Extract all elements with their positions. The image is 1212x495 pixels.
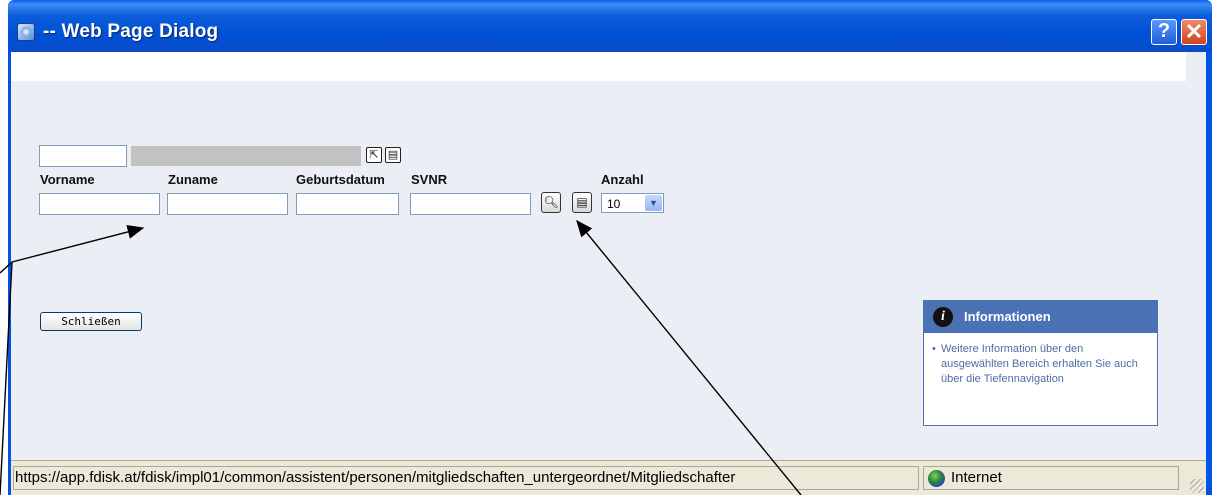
list-icon[interactable]: ▤ <box>385 147 401 163</box>
list-button[interactable]: ▤ <box>572 192 592 213</box>
info-header: i Informationen <box>924 301 1157 333</box>
top-strip <box>11 52 1186 81</box>
close-window-button[interactable]: ✕ <box>1181 19 1207 45</box>
security-zone: Internet <box>923 466 1179 490</box>
status-bar: https://app.fdisk.at/fdisk/impl01/common… <box>11 460 1206 495</box>
anzahl-value: 10 <box>607 197 621 211</box>
vorname-field[interactable] <box>39 193 160 215</box>
info-icon: i <box>933 307 953 327</box>
geburtsdatum-label: Geburtsdatum <box>296 172 385 187</box>
zuname-field[interactable] <box>167 193 288 215</box>
member-code-input[interactable] <box>39 145 127 167</box>
chevron-down-icon[interactable]: ▼ <box>645 195 662 211</box>
cursor-select-icon[interactable]: ⇱ <box>366 147 382 163</box>
svnr-field[interactable] <box>410 193 531 215</box>
info-box: i Informationen Weitere Information über… <box>923 300 1158 426</box>
schliessen-button[interactable]: Schließen <box>40 312 142 331</box>
zone-label: Internet <box>951 469 1002 486</box>
vorname-label: Vorname <box>40 172 95 187</box>
zuname-label: Zuname <box>168 172 218 187</box>
help-button[interactable]: ? <box>1151 19 1177 45</box>
globe-icon <box>928 470 945 487</box>
dialog-content: ⇱ ▤ Vorname Zuname Geburtsdatum SVNR Anz… <box>11 52 1206 460</box>
ie-page-icon <box>17 23 35 41</box>
info-text: Weitere Information über den ausgewählte… <box>932 342 1151 387</box>
anzahl-select[interactable]: 10 ▼ <box>601 193 664 213</box>
anzahl-label: Anzahl <box>601 172 644 187</box>
info-title: Informationen <box>964 309 1051 324</box>
list-icon: ▤ <box>576 195 588 209</box>
resize-grip[interactable] <box>1190 479 1204 493</box>
window-title: -- Web Page Dialog <box>43 21 219 42</box>
status-url: https://app.fdisk.at/fdisk/impl01/common… <box>13 466 919 490</box>
member-name-display <box>131 146 361 166</box>
search-button[interactable]: 🔍︎ <box>541 192 561 213</box>
dialog-window: -- Web Page Dialog ? ✕ ⇱ ▤ Vorname Zunam… <box>8 0 1212 495</box>
svnr-label: SVNR <box>411 172 448 187</box>
geburtsdatum-field[interactable] <box>296 193 399 215</box>
title-bar[interactable]: -- Web Page Dialog ? ✕ <box>8 0 1212 52</box>
magnifier-icon: 🔍︎ <box>543 195 559 209</box>
